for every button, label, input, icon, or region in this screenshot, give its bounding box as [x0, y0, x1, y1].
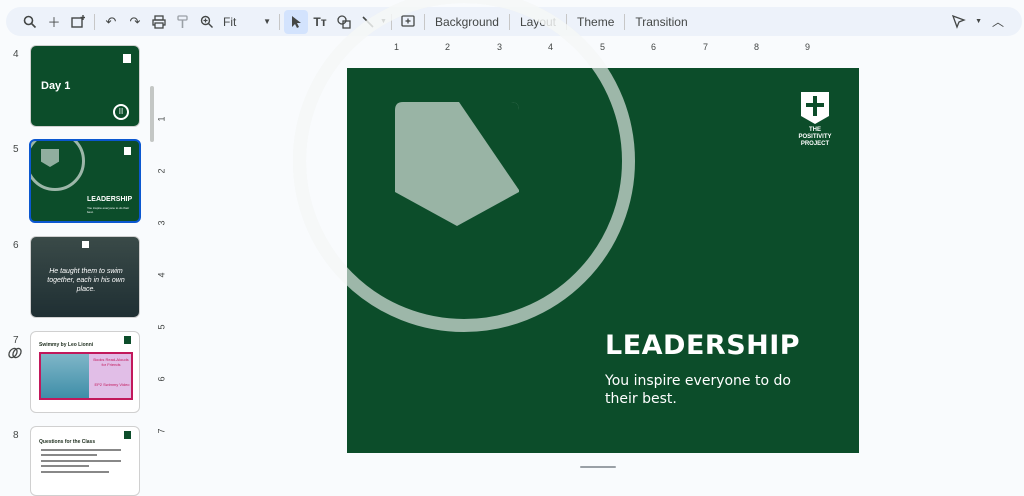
text-box-icon[interactable]: Tт	[308, 10, 332, 34]
thumb-book-sub: EP2 Swimmy Video	[94, 382, 130, 387]
ruler-label: 3	[156, 220, 167, 226]
thumb-book-image: Books Read-Alouds for Friends EP2 Swimmy…	[39, 352, 133, 400]
positivity-project-logo: THE POSITIVITY PROJECT	[793, 92, 837, 148]
slide-title[interactable]: LEADERSHIP	[605, 330, 800, 361]
slide-thumbnail[interactable]: Questions for the Class	[30, 426, 140, 496]
thumb-book-cover	[41, 354, 89, 398]
slide[interactable]: THE POSITIVITY PROJECT LEADERSHIP You in…	[293, 0, 859, 453]
thumb-logo-icon	[124, 431, 131, 439]
zoom-select[interactable]: Fit ▼	[219, 15, 275, 29]
toolbar-divider	[94, 13, 95, 30]
new-slide-layout-icon[interactable]	[66, 10, 90, 34]
paint-format-icon[interactable]	[171, 10, 195, 34]
shield-icon	[395, 102, 519, 226]
chevron-down-icon: ▼	[263, 17, 271, 26]
collapse-chevron-up-icon[interactable]: ︿	[986, 10, 1010, 34]
thumb-logo-icon	[124, 147, 131, 155]
zoom-value: Fit	[223, 14, 237, 29]
right-tools: ▼ ︿	[947, 7, 1010, 36]
slide-thumbnail[interactable]: Day 1 II	[30, 45, 140, 127]
zoom-icon[interactable]	[195, 10, 219, 34]
thumb-book-label: Books Read-Alouds for Friends	[93, 357, 129, 367]
thumb-bullet-lines	[41, 449, 121, 476]
thumb-subtitle: You inspire everyone to do their best.	[87, 206, 130, 214]
thumb-circle	[31, 141, 85, 191]
pen-icon[interactable]	[947, 10, 971, 34]
ruler-label: 6	[651, 42, 657, 52]
slide-filmstrip: 4 Day 1 II 5 LEADERSHIP You inspire ever…	[0, 40, 168, 496]
ruler-label: 7	[156, 428, 167, 434]
thumb-title: Day 1	[41, 80, 71, 92]
thumb-logo-icon	[124, 336, 131, 344]
slide-number: 7	[13, 335, 19, 346]
new-slide-icon[interactable]: ＋	[42, 10, 66, 34]
ruler-label: 7	[703, 42, 709, 52]
toolbar-divider	[624, 13, 626, 30]
pause-icon: II	[113, 104, 129, 120]
link-icon[interactable]	[8, 346, 22, 363]
slide-thumbnail[interactable]: Swimmy by Leo Lionni Books Read-Alouds f…	[30, 331, 140, 413]
ruler-label: 6	[156, 376, 167, 382]
logo-text: THE POSITIVITY PROJECT	[798, 127, 832, 147]
pen-chevron-down-icon[interactable]: ▼	[975, 18, 982, 25]
redo-icon[interactable]: ↷	[123, 10, 147, 34]
ruler-label: 8	[754, 42, 760, 52]
thumb-logo-icon	[123, 54, 131, 63]
vertical-ruler: 1 2 3 4 5 6 7	[156, 68, 170, 458]
thumb-title: Questions for the Class	[39, 439, 96, 445]
filmstrip-scrollbar[interactable]	[150, 86, 154, 142]
ruler-label: 1	[156, 116, 167, 122]
ruler-label: 9	[805, 42, 811, 52]
ruler-label: 5	[156, 324, 167, 330]
toolbar-divider	[279, 13, 280, 30]
theme-button[interactable]: Theme	[571, 15, 620, 29]
slide-thumbnail[interactable]: He taught them to swim together, each in…	[30, 236, 140, 318]
select-cursor-icon[interactable]	[284, 9, 308, 34]
thumb-title: LEADERSHIP	[87, 196, 133, 203]
search-icon[interactable]	[18, 10, 42, 34]
slide-number: 4	[13, 49, 19, 60]
thumb-quote: He taught them to swim together, each in…	[47, 268, 125, 293]
speaker-notes-handle[interactable]	[580, 466, 616, 468]
positivity-logo-icon	[801, 92, 829, 124]
thumb-logo-icon	[82, 241, 89, 248]
slide-subtitle[interactable]: You inspire everyone to do their best.	[605, 372, 805, 408]
ruler-label: 2	[156, 168, 167, 174]
ruler-label: 5	[600, 42, 606, 52]
transition-button[interactable]: Transition	[629, 15, 693, 29]
slide-number: 6	[13, 240, 19, 251]
slide-thumbnail-selected[interactable]: LEADERSHIP You inspire everyone to do th…	[29, 139, 141, 223]
slide-number: 8	[13, 430, 19, 441]
thumb-title: Swimmy by Leo Lionni	[39, 342, 94, 348]
print-icon[interactable]	[147, 10, 171, 34]
slide-number: 5	[13, 144, 19, 155]
undo-icon[interactable]: ↶	[99, 10, 123, 34]
ruler-label: 4	[156, 272, 167, 278]
